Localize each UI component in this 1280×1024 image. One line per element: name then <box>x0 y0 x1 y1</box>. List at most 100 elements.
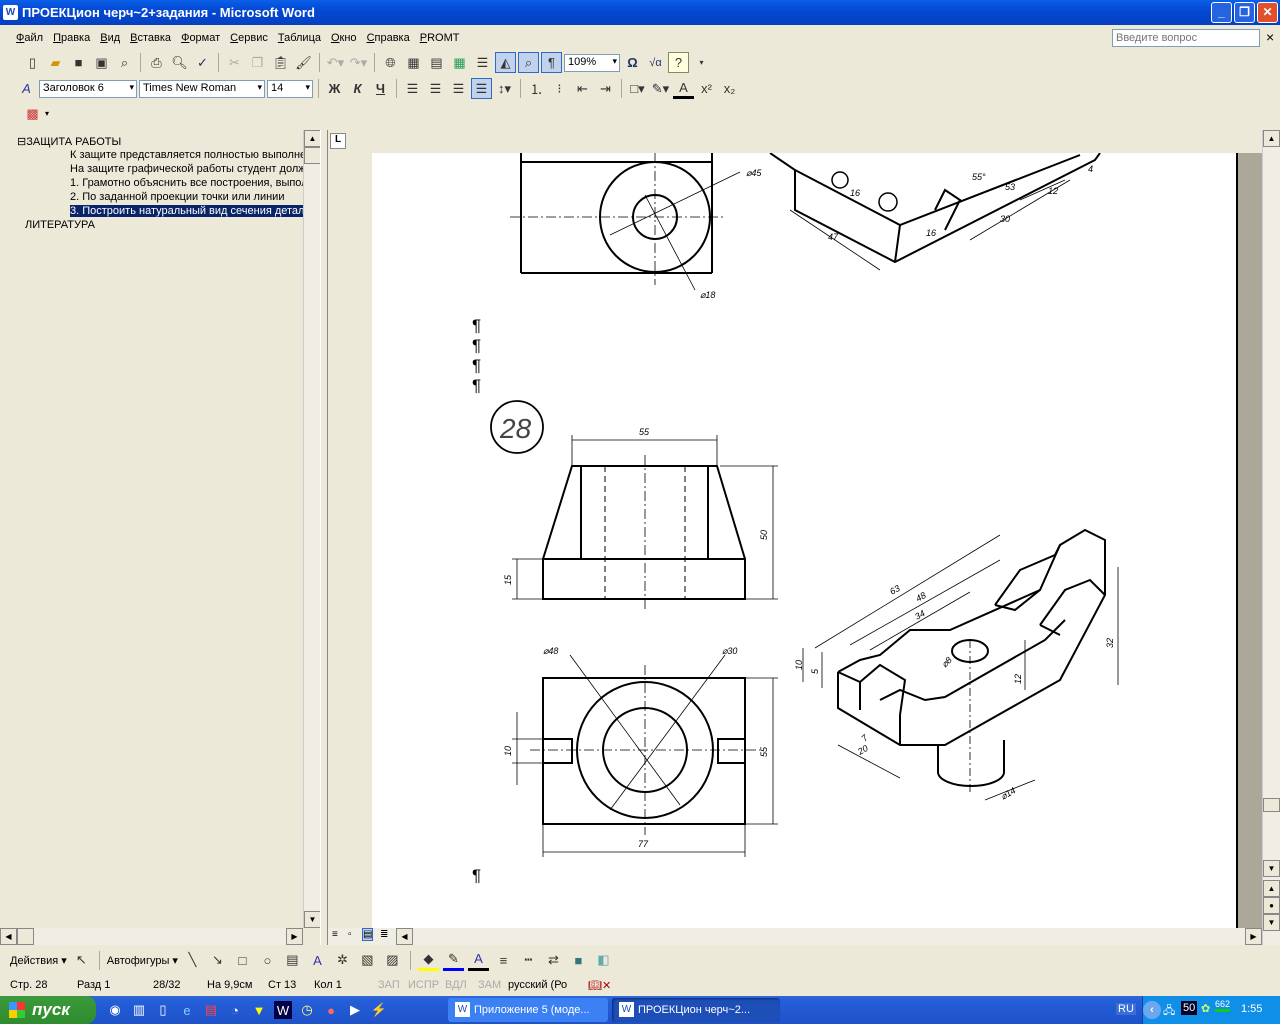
status-extend[interactable]: ВДЛ <box>445 979 467 991</box>
highlight-icon[interactable]: ✎▾ <box>650 78 671 99</box>
quicklaunch-icon[interactable]: ▥ <box>130 1001 148 1019</box>
quicklaunch-icon[interactable]: ● <box>322 1001 340 1019</box>
promt-translate-icon[interactable]: ▩ <box>22 103 43 124</box>
bold-button[interactable]: Ж <box>324 78 345 99</box>
diagram-icon[interactable]: ✲ <box>332 950 353 971</box>
permission-icon[interactable]: ▣ <box>91 52 112 73</box>
quicklaunch-icon[interactable]: ▼ <box>250 1001 268 1019</box>
outline-heading[interactable]: ⊟ЗАЩИТА РАБОТЫ <box>17 135 121 148</box>
language-indicator[interactable]: RU <box>1116 1003 1136 1015</box>
minimize-button[interactable]: _ <box>1211 2 1232 23</box>
taskbar-item-active[interactable]: W ПРОЕКЦион черч~2... <box>612 998 780 1022</box>
quicklaunch-icon[interactable]: ◷ <box>298 1001 316 1019</box>
menu-window[interactable]: Окно <box>329 32 365 44</box>
decrease-indent-icon[interactable]: ⇤ <box>572 78 593 99</box>
outline-item[interactable]: 2. По заданной проекции точки или линии <box>70 191 303 203</box>
superscript-icon[interactable]: x² <box>696 78 717 99</box>
align-right-icon[interactable]: ☰ <box>448 78 469 99</box>
fill-color-icon[interactable]: ◆ <box>417 950 439 971</box>
equation-icon[interactable]: √α <box>645 52 666 73</box>
actions-menu[interactable]: Действия ▾ <box>10 954 67 967</box>
save-icon[interactable]: ■ <box>68 52 89 73</box>
status-language[interactable]: русский (Ро <box>508 979 567 991</box>
menu-help[interactable]: Справка <box>365 32 418 44</box>
document-horizontal-scrollbar[interactable]: ≡ ▫ ▤ ≣ ◀ ▶ <box>328 928 1262 945</box>
wordart-icon[interactable]: A <box>307 950 328 971</box>
scroll-left-button[interactable]: ◀ <box>0 928 17 945</box>
spelling-status-icon[interactable]: 📖︎✕ <box>588 979 611 992</box>
picture-icon[interactable]: ▨ <box>382 950 403 971</box>
borders-icon[interactable]: □▾ <box>627 78 648 99</box>
line-icon[interactable]: ╲ <box>182 950 203 971</box>
scroll-thumb[interactable] <box>1263 798 1280 812</box>
normal-view-button[interactable]: ≡ <box>332 929 338 940</box>
clock[interactable]: 1:55 <box>1241 1003 1262 1015</box>
select-objects-icon[interactable]: ↖ <box>71 950 92 971</box>
menu-view[interactable]: Вид <box>98 32 128 44</box>
pane-splitter[interactable] <box>320 130 328 945</box>
media-player-icon[interactable]: ▶ <box>346 1001 364 1019</box>
styles-icon[interactable]: A <box>16 78 37 99</box>
outline-horizontal-scrollbar[interactable]: ◀ ▶ <box>0 928 303 945</box>
font-color-icon[interactable]: A <box>673 78 694 99</box>
help-search-input[interactable] <box>1112 29 1260 47</box>
search-file-icon[interactable]: ⌕ <box>114 52 135 73</box>
scroll-down-button[interactable]: ▼ <box>304 911 320 928</box>
clipart-icon[interactable]: ▧ <box>357 950 378 971</box>
hyperlink-icon[interactable]: 🌐︎ <box>380 52 401 73</box>
tray-app-icon[interactable]: ✿ <box>1201 1002 1210 1015</box>
open-icon[interactable]: ▰ <box>45 52 66 73</box>
menu-insert[interactable]: Вставка <box>128 32 179 44</box>
font-color-icon[interactable]: A <box>467 950 489 971</box>
menu-edit[interactable]: Правка <box>51 32 98 44</box>
network-icon[interactable]: 🖧︎ <box>1163 1002 1175 1021</box>
columns-icon[interactable]: ☰ <box>472 52 493 73</box>
outline-view-button[interactable]: ≣ <box>380 929 388 940</box>
font-select[interactable]: Times New Roman <box>139 79 265 98</box>
shadow-icon[interactable]: ■ <box>568 950 589 971</box>
arrow-icon[interactable]: ↘ <box>207 950 228 971</box>
tray-meter[interactable]: 662 <box>1215 999 1231 1012</box>
start-button[interactable]: пуск <box>0 996 96 1024</box>
style-select[interactable]: Заголовок 6 <box>39 79 137 98</box>
quicklaunch-icon[interactable]: ◉ <box>106 1001 124 1019</box>
menu-format[interactable]: Формат <box>179 32 228 44</box>
scroll-right-button[interactable]: ▶ <box>286 928 303 945</box>
close-button[interactable]: ✕ <box>1257 2 1278 23</box>
outline-item-selected[interactable]: 3. Построить натуральный вид сечения дет… <box>70 205 303 217</box>
print-preview-icon[interactable]: 🔍︎ <box>169 52 190 73</box>
toolbar-options-icon[interactable]: ▾ <box>691 52 712 73</box>
bullets-icon[interactable]: ⁝ <box>549 78 570 99</box>
scroll-thumb[interactable] <box>304 147 320 164</box>
outline-item[interactable]: 1. Грамотно объяснить все построения, вы… <box>70 177 303 189</box>
scroll-left-button[interactable]: ◀ <box>396 928 413 945</box>
font-size-select[interactable]: 14 <box>267 79 313 98</box>
document-map-icon[interactable]: ⌕ <box>518 52 539 73</box>
browse-object-button[interactable]: ● <box>1263 897 1280 914</box>
numbering-icon[interactable]: ⒈ <box>526 78 547 99</box>
status-track[interactable]: ИСПР <box>408 979 439 991</box>
outline-item[interactable]: К защите представляется полностью выполн… <box>70 149 303 161</box>
rectangle-icon[interactable]: □ <box>232 950 253 971</box>
scroll-up-button[interactable]: ▲ <box>304 130 320 147</box>
spelling-icon[interactable]: ✓ <box>192 52 213 73</box>
align-left-icon[interactable]: ☰ <box>402 78 423 99</box>
tables-borders-icon[interactable]: ▦ <box>403 52 424 73</box>
paste-icon[interactable]: 📋︎ <box>270 52 291 73</box>
insert-excel-icon[interactable]: ▦ <box>449 52 470 73</box>
cut-icon[interactable]: ✂ <box>224 52 245 73</box>
outline-vertical-scrollbar[interactable]: ▲ ▼ <box>303 130 320 928</box>
show-hidden-icons-button[interactable]: ‹ <box>1143 1001 1161 1019</box>
line-spacing-icon[interactable]: ↕▾ <box>494 78 515 99</box>
oval-icon[interactable]: ○ <box>257 950 278 971</box>
menu-promt[interactable]: PROMT <box>418 32 468 44</box>
3d-icon[interactable]: ◧ <box>593 950 614 971</box>
tab-selector[interactable]: L <box>330 133 346 149</box>
scroll-right-button[interactable]: ▶ <box>1245 928 1262 945</box>
textbox-icon[interactable]: ▤ <box>282 950 303 971</box>
redo-icon[interactable]: ↷▾ <box>348 52 369 73</box>
status-rec[interactable]: ЗАП <box>378 979 400 991</box>
ie-icon[interactable]: e <box>178 1001 196 1019</box>
quicklaunch-icon[interactable]: ▯ <box>154 1001 172 1019</box>
scroll-thumb[interactable] <box>17 928 34 945</box>
